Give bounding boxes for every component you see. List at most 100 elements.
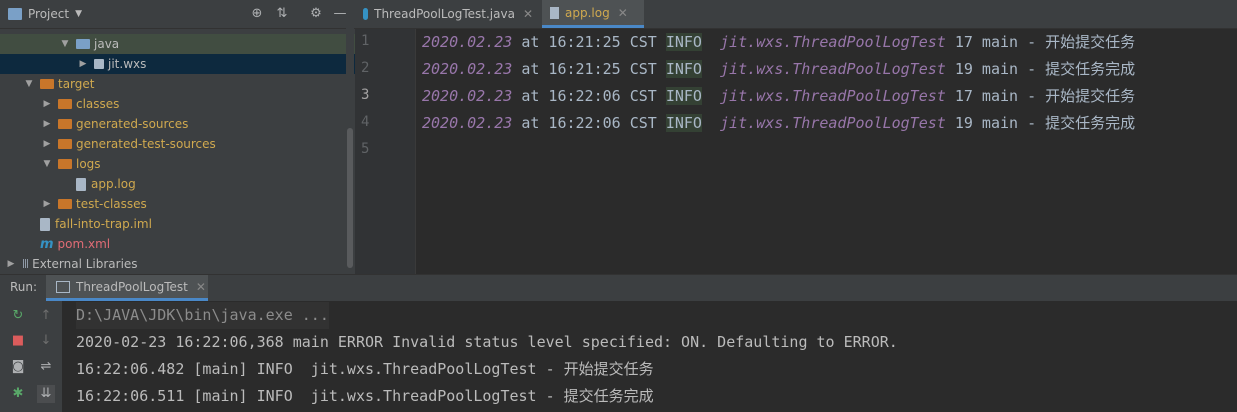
tab-label: app.log [565,5,610,20]
console-line: 16:22:06.511 [main] INFO jit.wxs.ThreadP… [76,387,654,405]
chevron-right-icon[interactable]: ▶ [42,199,52,209]
tree-item-label: test-classes [76,197,147,211]
tree-item[interactable]: app.log [0,174,355,194]
camera-icon[interactable]: ◙ [9,358,27,376]
chevron-down-icon[interactable]: ▼ [42,159,52,169]
up-arrow-icon[interactable]: ↑ [37,307,55,325]
tree-item-label: classes [76,97,120,111]
scroll-to-end-icon[interactable]: ⇊ [37,385,55,403]
soft-wrap-icon[interactable]: ⇌ [37,358,55,376]
log-level: INFO [665,60,702,78]
log-class: jit.wxs.ThreadPoolLogTest [720,60,946,78]
log-class: jit.wxs.ThreadPoolLogTest [720,33,946,51]
java-class-icon [363,8,369,20]
tree-item-label: generated-sources [76,117,189,131]
tree-item[interactable]: ▶ generated-sources [0,114,355,134]
project-scrollbar[interactable] [346,28,354,274]
gear-icon[interactable]: ⚙ [308,6,324,22]
rerun-icon[interactable]: ↻ [9,307,27,325]
tree-item-label: fall-into-trap.iml [55,217,152,231]
project-icon [8,8,22,20]
log-date: 2020.02.23 [422,33,513,51]
hide-icon[interactable]: — [332,6,348,22]
console-line: 2020-02-23 16:22:06,368 main ERROR Inval… [76,333,898,351]
chevron-right-icon[interactable]: ▶ [42,139,52,149]
line-number-gutter: 1 2 3 4 5 [355,29,416,274]
chevron-right-icon[interactable]: ▶ [42,99,52,109]
editor-content[interactable]: 2020.02.23 at 16:21:25 CST INFO jit.wxs.… [416,29,1237,274]
run-config-icon [56,280,70,293]
tree-item[interactable]: ▶ jit.wxs [0,54,355,74]
log-message: 17 main - 开始提交任务 [945,87,1136,105]
log-date: 2020.02.23 [422,114,513,132]
tree-item[interactable]: ▶ classes [0,94,355,114]
line-number: 3 [361,87,370,103]
folder-icon [58,159,72,169]
console-line: 16:22:06.482 [main] INFO jit.wxs.ThreadP… [76,360,654,378]
tree-item-label: jit.wxs [108,57,147,71]
file-icon [76,177,86,191]
project-view-selector[interactable]: Project ▼ [8,7,82,21]
log-message: 19 main - 提交任务完成 [945,114,1136,132]
close-icon[interactable]: ✕ [196,280,206,294]
tree-item-label: java [94,37,120,51]
tree-item[interactable]: ▶ test-classes [0,194,355,214]
restore-layout-icon[interactable]: ✱ [9,385,27,403]
log-level: INFO [665,114,702,132]
tree-item[interactable]: ▼ target [0,74,355,94]
folder-icon [58,99,72,109]
folder-icon [58,119,72,129]
tab-threadpoollogtest-java[interactable]: ThreadPoolLogTest.java ✕ [355,0,541,28]
line-number: 2 [361,60,370,76]
project-panel: Project ▼ ⊕ ⇅ ⚙ — ▼ java ▶ jit.wxs ▼ target ▶ c… [0,0,355,274]
source-folder-icon [76,39,90,49]
tree-item[interactable]: ▼ java [0,34,355,54]
log-level: INFO [665,33,702,51]
chevron-right-icon[interactable]: ▶ [6,259,16,269]
project-title: Project [28,7,70,21]
close-icon[interactable]: ✕ [618,6,628,20]
tree-item-label: pom.xml [57,237,111,251]
tree-item[interactable]: m pom.xml [0,234,355,254]
log-level: INFO [665,87,702,105]
chevron-right-icon[interactable]: ▶ [78,59,88,69]
locate-icon[interactable]: ⊕ [249,6,265,22]
tree-item[interactable]: ▶ ||| External Libraries [0,254,352,274]
tree-item[interactable]: ▶ generated-test-sources [0,134,355,154]
folder-icon [40,79,54,89]
log-file-icon [550,6,559,19]
project-header: Project ▼ ⊕ ⇅ ⚙ — [0,0,355,29]
editor-tabs: ThreadPoolLogTest.java ✕ app.log ✕ [355,0,1237,29]
log-line: 2020.02.23 at 16:21:25 CST INFO jit.wxs.… [422,56,1135,83]
log-message: 17 main - 开始提交任务 [945,33,1136,51]
log-date: 2020.02.23 [422,87,513,105]
file-icon [40,217,50,231]
line-number: 1 [361,33,370,49]
tree-item-label: generated-test-sources [76,137,216,151]
chevron-down-icon[interactable]: ▼ [24,79,34,89]
log-line: 2020.02.23 at 16:22:06 CST INFO jit.wxs.… [422,110,1135,137]
folder-icon [58,139,72,149]
chevron-right-icon[interactable]: ▶ [42,119,52,129]
chevron-down-icon: ▼ [75,9,82,19]
chevron-down-icon[interactable]: ▼ [60,39,70,49]
tree-item-label: External Libraries [32,257,138,271]
run-tab-label: ThreadPoolLogTest [76,279,188,294]
log-class: jit.wxs.ThreadPoolLogTest [720,114,946,132]
libraries-icon: ||| [22,259,29,269]
tab-label: ThreadPoolLogTest.java [374,7,515,21]
stop-icon[interactable]: ■ [9,332,27,350]
log-time: at 16:21:25 CST [512,33,666,51]
scrollbar-thumb[interactable] [347,128,353,268]
collapse-all-icon[interactable]: ⇅ [274,6,290,22]
down-arrow-icon[interactable]: ↓ [37,332,55,350]
run-tab[interactable]: ThreadPoolLogTest ✕ [46,275,208,301]
close-icon[interactable]: ✕ [523,7,533,21]
log-time: at 16:22:06 CST [512,114,666,132]
console-output[interactable]: D:\JAVA\JDK\bin\java.exe ... 2020-02-23 … [62,301,1237,412]
tree-item[interactable]: fall-into-trap.iml [0,214,355,234]
log-line: 2020.02.23 at 16:21:25 CST INFO jit.wxs.… [422,29,1135,56]
log-line: 2020.02.23 at 16:22:06 CST INFO jit.wxs.… [422,83,1135,110]
tab-app-log[interactable]: app.log ✕ [542,0,644,28]
tree-item[interactable]: ▼ logs [0,154,355,174]
